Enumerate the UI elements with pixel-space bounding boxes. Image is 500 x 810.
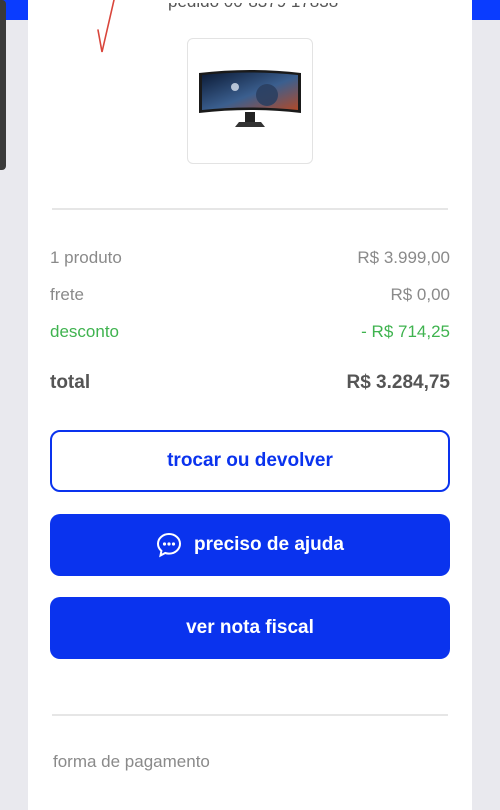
scroll-indicator[interactable] bbox=[0, 0, 6, 170]
products-value: R$ 3.999,00 bbox=[357, 248, 450, 267]
divider bbox=[52, 208, 448, 210]
monitor-icon bbox=[199, 70, 301, 127]
help-button-label: preciso de ajuda bbox=[194, 534, 344, 555]
order-number: pedido 00-8379 17838 bbox=[168, 0, 339, 11]
order-detail-card: pedido 00-8379 17838 1 produto R$ 3.999,… bbox=[28, 0, 472, 810]
product-image[interactable] bbox=[187, 38, 313, 164]
return-button[interactable]: trocar ou devolver bbox=[50, 430, 450, 492]
total-value: R$ 3.284,75 bbox=[346, 372, 450, 393]
invoice-button-label: ver nota fiscal bbox=[186, 617, 314, 638]
products-label: 1 produto bbox=[50, 248, 122, 267]
shipping-label: frete bbox=[50, 285, 85, 304]
shipping-value: R$ 0,00 bbox=[390, 285, 450, 304]
discount-label: desconto bbox=[50, 322, 119, 341]
chat-bubble-icon bbox=[157, 532, 182, 558]
summary-row-discount: desconto - R$ 714,25 bbox=[50, 322, 450, 342]
header-bar-right bbox=[472, 0, 500, 20]
discount-value: - R$ 714,25 bbox=[361, 322, 450, 341]
summary-row-shipping: frete R$ 0,00 bbox=[50, 285, 450, 305]
annotation-checkmark-icon bbox=[97, 0, 115, 53]
divider bbox=[52, 714, 448, 716]
payment-method-label: forma de pagamento bbox=[53, 752, 210, 771]
summary-row-total: total R$ 3.284,75 bbox=[50, 372, 450, 394]
help-button[interactable]: preciso de ajuda bbox=[50, 514, 450, 576]
total-label: total bbox=[50, 372, 91, 393]
return-button-label: trocar ou devolver bbox=[167, 450, 333, 471]
summary-row-products: 1 produto R$ 3.999,00 bbox=[50, 248, 450, 268]
invoice-button[interactable]: ver nota fiscal bbox=[50, 597, 450, 659]
